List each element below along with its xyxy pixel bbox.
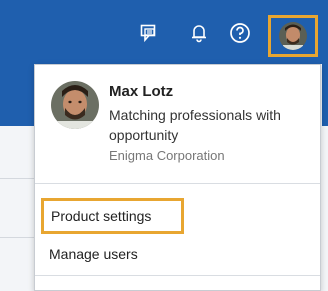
menu-divider (35, 275, 320, 276)
manage-users-menu-item[interactable]: Manage users (49, 246, 138, 262)
page-divider (0, 237, 34, 238)
page-divider (0, 178, 34, 179)
bell-icon[interactable] (188, 22, 210, 44)
menu-item-label: Product settings (51, 208, 152, 224)
profile-name: Max Lotz (109, 83, 174, 100)
account-avatar-button[interactable] (268, 15, 318, 57)
avatar (279, 22, 307, 50)
product-settings-menu-item[interactable]: Product settings (41, 198, 184, 234)
page-banner (0, 64, 34, 126)
account-menu: Max Lotz Matching professionals with opp… (34, 64, 321, 291)
page-banner-edge (322, 64, 328, 126)
profile-avatar (51, 81, 99, 129)
profile-tagline: Matching professionals with opportunity (109, 107, 281, 143)
menu-divider (35, 183, 320, 184)
menu-item-label: Manage users (49, 246, 138, 262)
top-bar (0, 0, 328, 64)
profile-company: Enigma Corporation (109, 148, 225, 163)
chat-icon[interactable] (139, 22, 161, 44)
help-icon[interactable] (229, 22, 251, 44)
